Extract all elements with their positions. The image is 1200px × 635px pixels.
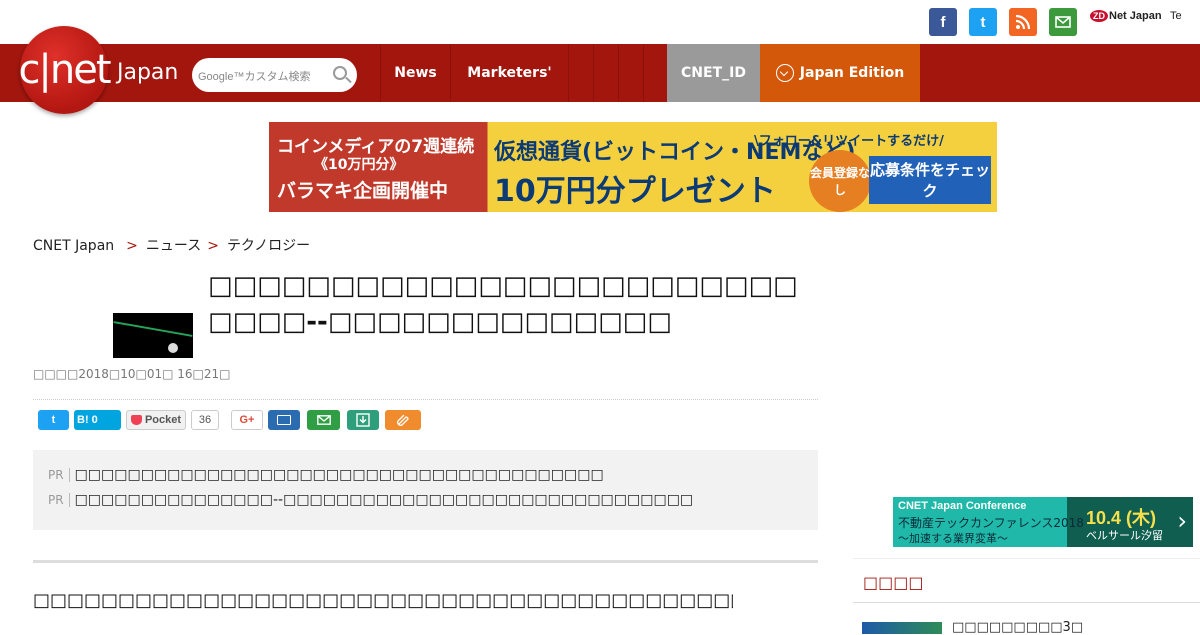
article-thumbnail [113, 313, 193, 358]
conference-banner[interactable]: CNET Japan Conference 不動産テックカンファレンス2018 … [893, 497, 1193, 547]
edition-label: Japan Edition [799, 65, 905, 81]
publish-date: □□□□2018□10□01□ 16□21□ [33, 367, 231, 381]
nav-item-blank[interactable] [593, 44, 618, 102]
search-input[interactable]: Google™カスタム検索 [198, 68, 310, 84]
banner-text: 《10万円分》 [314, 157, 404, 173]
mail-icon[interactable] [1049, 8, 1077, 36]
pocket-label: Pocket [144, 414, 182, 426]
facebook-icon[interactable]: f [929, 8, 957, 36]
ad-banner[interactable]: コインメディアの7週連続 《10万円分》 バラマキ企画開催中 仮想通貨(ビットコ… [269, 122, 997, 212]
chevron-down-icon [775, 64, 794, 82]
nav-marketers[interactable]: Marketers' [450, 44, 568, 102]
breadcrumb: CNET Japan > ニュース > テクノロジー [33, 238, 311, 254]
pr-link[interactable]: PR □□□□□□□□□□□□□□□--□□□□□□□□□□□□□□□□□□□□□… [48, 492, 693, 508]
sidebar-item[interactable]: □□□□□□□□□3□ [952, 620, 1083, 635]
rss-icon[interactable] [1009, 8, 1037, 36]
share-twitter-button[interactable]: t [38, 410, 69, 430]
search-icon[interactable] [333, 66, 347, 80]
logo-japan-label: Japan [117, 60, 179, 85]
top-utility-bar: f t ZD Net Japan Te [0, 0, 1200, 44]
banner-cta-button: 応募条件をチェック [869, 156, 991, 204]
nav-item-blank[interactable] [568, 44, 593, 102]
share-pocket-button[interactable]: Pocket [126, 410, 186, 430]
divider [33, 560, 818, 563]
banner-badge: 会員登録なし [809, 150, 871, 212]
conference-name: 不動産テックカンファレンス2018 [898, 516, 1084, 530]
zdnet-japan-link[interactable]: ZD Net Japan [1090, 10, 1162, 22]
divider [33, 399, 818, 400]
banner-text: 10万円分プレゼント [494, 174, 776, 209]
sidebar-item-thumbnail[interactable] [862, 622, 942, 634]
cnet-logo[interactable]: c|net [18, 26, 112, 114]
banner-text: \フォロー&リツイートするだけ/ [754, 134, 944, 149]
article-lead: □□□□□□□□□□□□□□□□□□□□□□□□□□□□□□□□□□□□□□□□… [33, 590, 733, 611]
breadcrumb-technology[interactable]: テクノロジー [227, 238, 310, 254]
pocket-icon [130, 415, 142, 425]
mail-share-icon[interactable] [307, 410, 340, 430]
chevron-right-icon: › [1177, 507, 1187, 535]
share-gplus-button[interactable]: G+ [231, 410, 263, 430]
twitter-icon[interactable]: t [969, 8, 997, 36]
pr-box: PR □□□□□□□□□□□□□□□□□□□□□□□□□□□□□□□□□□□□□□… [33, 450, 818, 530]
techrepublic-link[interactable]: Te [1170, 10, 1182, 22]
print-icon[interactable] [268, 410, 300, 430]
sidebar-section-header: □□□□ [853, 558, 1200, 603]
nav-item-blank[interactable] [618, 44, 643, 102]
conference-venue: ベルサール汐留 [1086, 529, 1163, 542]
nav-news[interactable]: News [380, 44, 450, 102]
pocket-count: 36 [191, 410, 219, 430]
conference-title: CNET Japan Conference [898, 500, 1027, 512]
nav-cnet-id[interactable]: CNET_ID [667, 44, 760, 102]
nav-edition[interactable]: Japan Edition [760, 44, 920, 102]
conference-subtitle: 〜加速する業界変革〜 [898, 532, 1008, 545]
breadcrumb-news[interactable]: ニュース [146, 238, 201, 254]
save-icon[interactable] [347, 410, 379, 430]
nav-item-blank[interactable] [643, 44, 667, 102]
banner-text: バラマキ企画開催中 [277, 180, 449, 202]
breadcrumb-home[interactable]: CNET Japan [33, 238, 114, 254]
pr-link[interactable]: PR □□□□□□□□□□□□□□□□□□□□□□□□□□□□□□□□□□□□□□… [48, 467, 604, 483]
share-hatena-button[interactable]: B! 0 [74, 410, 121, 430]
search-box[interactable]: Google™カスタム検索 [192, 58, 357, 92]
clip-icon[interactable] [385, 410, 421, 430]
page-title: □□□□□□□□□□□□□□□□□□□□□□□□□□□□--□□□□□□□□□□… [208, 271, 798, 337]
